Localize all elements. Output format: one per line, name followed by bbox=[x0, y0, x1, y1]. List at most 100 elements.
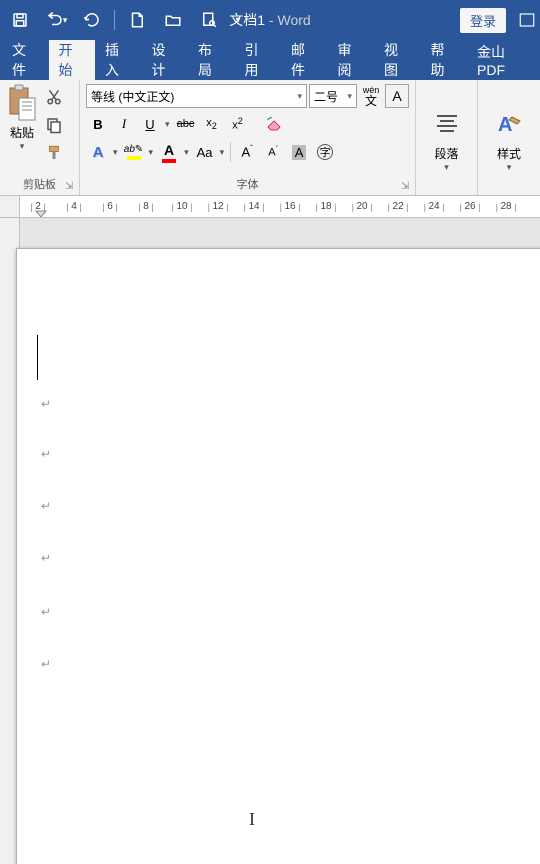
format-painter-button[interactable] bbox=[42, 142, 66, 164]
tab-jinshan-pdf[interactable]: 金山PDF bbox=[467, 40, 540, 80]
redo-button[interactable] bbox=[76, 5, 108, 35]
document-title: 文档1 - Word bbox=[229, 10, 310, 30]
ibeam-pointer: I bbox=[249, 809, 255, 830]
underline-dropdown[interactable]: ▾ bbox=[163, 119, 172, 130]
font-launcher[interactable]: ⇲ bbox=[401, 181, 413, 193]
paragraph-mark: ↵ bbox=[41, 657, 51, 671]
superscript-button[interactable]: x2 bbox=[226, 112, 250, 136]
clipboard-launcher[interactable]: ⇲ bbox=[65, 181, 77, 193]
subscript-button[interactable]: x2 bbox=[200, 112, 224, 136]
tab-layout[interactable]: 布局 bbox=[188, 40, 235, 80]
cut-icon bbox=[45, 88, 63, 106]
character-border-button[interactable]: A bbox=[385, 84, 409, 108]
new-button[interactable] bbox=[121, 5, 153, 35]
font-size-combo[interactable]: 二号▾ bbox=[309, 84, 357, 108]
ruler-tick: | 10 | bbox=[164, 196, 200, 217]
share-icon bbox=[518, 11, 536, 29]
app-name-sep: - bbox=[265, 12, 277, 28]
undo-icon bbox=[45, 11, 65, 29]
share-button[interactable] bbox=[518, 11, 536, 29]
ribbon-tabs: 文件 开始 插入 设计 布局 引用 邮件 审阅 视图 帮助 金山PDF bbox=[0, 40, 540, 80]
ruler-tick: | 18 | bbox=[308, 196, 344, 217]
titlebar: ▾ ▾ 文档1 - Word 登录 bbox=[0, 0, 540, 40]
redo-icon bbox=[83, 11, 101, 29]
shrink-font-button[interactable]: Aˇ bbox=[261, 140, 285, 164]
underline-button[interactable]: U bbox=[138, 112, 162, 136]
save-button[interactable] bbox=[4, 5, 36, 35]
bold-button[interactable]: B bbox=[86, 112, 110, 136]
grow-font-button[interactable]: Aˆ bbox=[235, 140, 259, 164]
tab-file[interactable]: 文件 bbox=[0, 40, 49, 80]
print-preview-icon bbox=[200, 11, 218, 29]
copy-button[interactable] bbox=[42, 114, 66, 136]
font-name-combo[interactable]: 等线 (中文正文)▾ bbox=[86, 84, 307, 108]
paragraph-mark: ↵ bbox=[41, 551, 51, 565]
ruler-corner bbox=[0, 196, 20, 217]
tab-references[interactable]: 引用 bbox=[235, 40, 282, 80]
document-name: 文档1 bbox=[229, 12, 265, 28]
paste-label: 粘贴 bbox=[4, 124, 40, 141]
login-button[interactable]: 登录 bbox=[460, 8, 506, 33]
font-color-button[interactable]: A bbox=[157, 140, 181, 164]
ribbon: 粘贴 ▾ 剪贴板 ⇲ bbox=[0, 80, 540, 196]
italic-button[interactable]: I bbox=[112, 112, 136, 136]
ruler-tick: | 22 | bbox=[380, 196, 416, 217]
tab-help[interactable]: 帮助 bbox=[421, 40, 468, 80]
group-clipboard: 粘贴 ▾ 剪贴板 ⇲ bbox=[0, 80, 80, 195]
styles-icon: A bbox=[493, 109, 525, 141]
quick-access-toolbar: ▾ ▾ bbox=[0, 5, 247, 35]
paragraph-mark: ↵ bbox=[41, 499, 51, 513]
phonetic-guide-button[interactable]: wén 文 bbox=[359, 84, 383, 108]
paragraph-mark: ↵ bbox=[41, 447, 51, 461]
group-font: 等线 (中文正文)▾ 二号▾ wén 文 A B I bbox=[80, 80, 416, 195]
change-case-button[interactable]: Aa bbox=[193, 140, 217, 164]
character-shading-button[interactable]: A bbox=[287, 140, 311, 164]
ruler-tick: | 4 | bbox=[56, 196, 92, 217]
indent-marker[interactable] bbox=[35, 210, 47, 218]
highlight-button[interactable]: ab✎ bbox=[122, 140, 146, 164]
new-icon bbox=[128, 11, 146, 29]
ruler-tick: | 26 | bbox=[452, 196, 488, 217]
ruler-tick: | 16 | bbox=[272, 196, 308, 217]
ruler-tick: | 14 | bbox=[236, 196, 272, 217]
font-separator bbox=[230, 142, 231, 162]
tab-design[interactable]: 设计 bbox=[142, 40, 189, 80]
cut-button[interactable] bbox=[42, 86, 66, 108]
ruler-tick: | 24 | bbox=[416, 196, 452, 217]
tab-review[interactable]: 审阅 bbox=[328, 40, 375, 80]
strikethrough-button[interactable]: abc bbox=[174, 112, 198, 136]
tab-view[interactable]: 视图 bbox=[374, 40, 421, 80]
tab-home[interactable]: 开始 bbox=[49, 40, 96, 80]
text-effects-dropdown[interactable]: ▾ bbox=[111, 147, 120, 158]
font-group-label: 字体 bbox=[80, 174, 415, 195]
tab-insert[interactable]: 插入 bbox=[95, 40, 142, 80]
ruler-tick: | 8 | bbox=[128, 196, 164, 217]
undo-button[interactable]: ▾ bbox=[40, 5, 72, 35]
enclose-characters-button[interactable]: 字 bbox=[313, 140, 337, 164]
qat-separator bbox=[114, 10, 115, 30]
horizontal-ruler[interactable]: | 2 || 4 || 6 || 8 || 10 || 12 || 14 || … bbox=[0, 196, 540, 218]
paragraph-mark: ↵ bbox=[41, 397, 51, 411]
tab-mailings[interactable]: 邮件 bbox=[281, 40, 328, 80]
copy-icon bbox=[45, 116, 63, 134]
open-button[interactable] bbox=[157, 5, 189, 35]
paragraph-mark: ↵ bbox=[41, 605, 51, 619]
format-painter-icon bbox=[45, 144, 63, 162]
text-effects-button[interactable]: A bbox=[86, 140, 110, 164]
paragraph-button[interactable]: 段落 ▾ bbox=[416, 80, 477, 195]
paste-button[interactable]: 粘贴 ▾ bbox=[4, 84, 40, 152]
clear-formatting-button[interactable] bbox=[262, 112, 286, 136]
change-case-dropdown[interactable]: ▾ bbox=[218, 147, 227, 158]
styles-button[interactable]: A 样式 ▾ bbox=[478, 80, 540, 195]
open-icon bbox=[164, 11, 182, 29]
font-color-dropdown[interactable]: ▾ bbox=[182, 147, 191, 158]
print-preview-button[interactable] bbox=[193, 5, 225, 35]
group-styles: A 样式 ▾ bbox=[478, 80, 540, 195]
document-page[interactable]: ↵ ↵ ↵ ↵ ↵ ↵ I bbox=[16, 248, 540, 864]
ruler-tick: | 12 | bbox=[200, 196, 236, 217]
document-area: ↵ ↵ ↵ ↵ ↵ ↵ I bbox=[0, 218, 540, 864]
app-name: Word bbox=[278, 12, 311, 28]
ruler-tick: | 6 | bbox=[92, 196, 128, 217]
highlight-dropdown[interactable]: ▾ bbox=[147, 147, 156, 158]
group-paragraph: 段落 ▾ bbox=[416, 80, 478, 195]
